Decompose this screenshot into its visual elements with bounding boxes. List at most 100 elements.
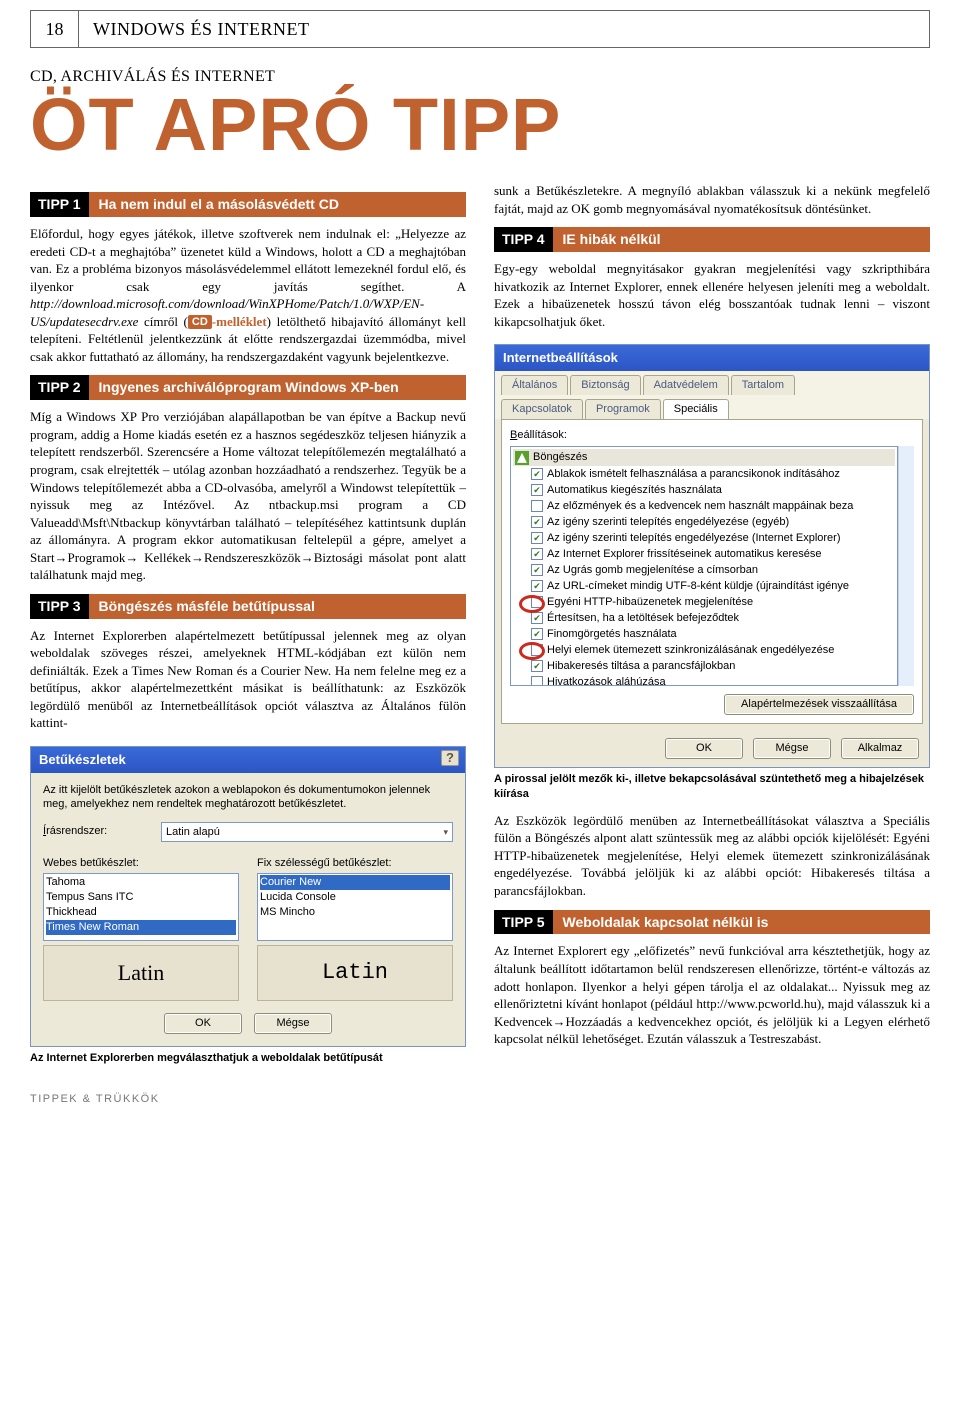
checkbox-icon[interactable] bbox=[531, 660, 543, 672]
font-dialog-intro: Az itt kijelölt betűkészletek azokon a w… bbox=[43, 783, 453, 813]
web-font-label: Webes betűkészlet: bbox=[43, 856, 239, 871]
tree-item-label: Az igény szerinti telepítés engedélyezés… bbox=[547, 514, 789, 530]
tipp-4-num: TIPP 4 bbox=[494, 227, 553, 252]
page-number: 18 bbox=[31, 11, 79, 47]
font-dialog-caption: Az Internet Explorerben megválaszthatjuk… bbox=[30, 1051, 466, 1066]
tree-item[interactable]: Az igény szerinti telepítés engedélyezés… bbox=[513, 530, 895, 546]
checkbox-icon[interactable] bbox=[531, 548, 543, 560]
fixed-font-preview: Latin bbox=[257, 945, 453, 1001]
tree-item[interactable]: Az Internet Explorer frissítéseinek auto… bbox=[513, 546, 895, 562]
inet-dialog-caption: A pirossal jelölt mezők ki-, illetve bek… bbox=[494, 772, 930, 802]
checkbox-icon[interactable] bbox=[531, 644, 543, 656]
fixed-font-list[interactable]: Courier New Lucida Console MS Mincho bbox=[257, 873, 453, 941]
tree-item[interactable]: Egyéni HTTP-hibaüzenetek megjelenítése bbox=[513, 594, 895, 610]
tipp-3-body: Az Internet Explorerben alapértelmezett … bbox=[30, 627, 466, 732]
scrollbar[interactable] bbox=[898, 446, 914, 686]
restore-defaults-button[interactable]: Alapértelmezések visszaállítása bbox=[724, 694, 914, 715]
list-item[interactable]: Thickhead bbox=[46, 905, 236, 920]
tipp-2-bar: TIPP 2 Ingyenes archiválóprogram Windows… bbox=[30, 375, 466, 400]
tipp-2-body: Míg a Windows XP Pro verziójában alapáll… bbox=[30, 408, 466, 583]
inet-tabs: Általános Biztonság Adatvédelem Tartalom… bbox=[495, 371, 929, 419]
tree-item[interactable]: Automatikus kiegészítés használata bbox=[513, 482, 895, 498]
tipp-4-body: Egy-egy weboldal megnyitásakor gyakran m… bbox=[494, 260, 930, 330]
inet-title: Internetbeállítások bbox=[495, 345, 929, 371]
tree-item-label: Hibakeresés tiltása a parancsfájlokban bbox=[547, 658, 735, 674]
checkbox-icon[interactable] bbox=[531, 516, 543, 528]
tipp-2-num: TIPP 2 bbox=[30, 375, 89, 400]
tree-item[interactable]: Ablakok ismételt felhasználása a parancs… bbox=[513, 466, 895, 482]
tree-item[interactable]: Az igény szerinti telepítés engedélyezés… bbox=[513, 514, 895, 530]
tab-security[interactable]: Biztonság bbox=[570, 375, 640, 395]
ok-button[interactable]: OK bbox=[665, 738, 743, 759]
settings-tree[interactable]: Böngészés Ablakok ismételt felhasználása… bbox=[510, 446, 898, 686]
tipp-1-bar: TIPP 1 Ha nem indul el a másolásvédett C… bbox=[30, 192, 466, 217]
tab-programs[interactable]: Programok bbox=[585, 399, 661, 419]
tree-item-label: Értesítsen, ha a letöltések befejeződtek bbox=[547, 610, 739, 626]
browsing-icon bbox=[515, 451, 529, 465]
tipp-1-num: TIPP 1 bbox=[30, 192, 89, 217]
page-footer: TIPPEK & TRÜKKÖK bbox=[30, 1092, 930, 1107]
help-icon[interactable]: ? bbox=[441, 750, 459, 766]
tab-connections[interactable]: Kapcsolatok bbox=[501, 399, 583, 419]
settings-label-rest: eállítások: bbox=[517, 429, 567, 441]
t1-part-b: címről ( bbox=[138, 314, 187, 329]
tree-item[interactable]: Hibakeresés tiltása a parancsfájlokban bbox=[513, 658, 895, 674]
font-dialog: Betűkészletek ? Az itt kijelölt betűkész… bbox=[30, 746, 466, 1047]
list-item[interactable]: Lucida Console bbox=[260, 890, 450, 905]
tree-item[interactable]: Az előzmények és a kedvencek nem használ… bbox=[513, 498, 895, 514]
tipp-1-body: Előfordul, hogy egyes játékok, illetve s… bbox=[30, 225, 466, 365]
tipp-5-bar: TIPP 5 Weboldalak kapcsolat nélkül is bbox=[494, 910, 930, 935]
tree-item-label: Hivatkozások aláhúzása bbox=[547, 674, 666, 686]
left-column: TIPP 1 Ha nem indul el a másolásvédett C… bbox=[30, 182, 466, 1066]
tab-advanced[interactable]: Speciális bbox=[663, 399, 729, 419]
tree-item[interactable]: Az URL-címeket mindig UTF-8-ként küldje … bbox=[513, 578, 895, 594]
tab-content[interactable]: Tartalom bbox=[731, 375, 795, 395]
tipp-5-num: TIPP 5 bbox=[494, 910, 553, 935]
web-font-list[interactable]: Tahoma Tempus Sans ITC Thickhead Times N… bbox=[43, 873, 239, 941]
checkbox-icon[interactable] bbox=[531, 612, 543, 624]
checkbox-icon[interactable] bbox=[531, 596, 543, 608]
section-title: WINDOWS ÉS INTERNET bbox=[79, 11, 929, 47]
tree-group-label: Böngészés bbox=[533, 450, 587, 465]
checkbox-icon[interactable] bbox=[531, 580, 543, 592]
tree-item[interactable]: Az Ugrás gomb megjelenítése a címsorban bbox=[513, 562, 895, 578]
checkbox-icon[interactable] bbox=[531, 628, 543, 640]
cd-suffix: -melléklet bbox=[212, 314, 267, 329]
tab-general[interactable]: Általános bbox=[501, 375, 568, 395]
tree-item[interactable]: Hivatkozások aláhúzása bbox=[513, 674, 895, 686]
tree-item-label: Finomgörgetés használata bbox=[547, 626, 677, 642]
tree-item-label: Ablakok ismételt felhasználása a parancs… bbox=[547, 466, 840, 482]
tree-item[interactable]: Finomgörgetés használata bbox=[513, 626, 895, 642]
tipp-4-bar: TIPP 4 IE hibák nélkül bbox=[494, 227, 930, 252]
ok-button[interactable]: OK bbox=[164, 1013, 242, 1034]
checkbox-icon[interactable] bbox=[531, 564, 543, 576]
tree-group-browsing: Böngészés bbox=[513, 449, 895, 466]
list-item[interactable]: Tempus Sans ITC bbox=[46, 890, 236, 905]
tipp-5-title: Weboldalak kapcsolat nélkül is bbox=[553, 910, 930, 935]
font-dialog-title: Betűkészletek ? bbox=[31, 747, 465, 773]
script-label: Írásrendszer: bbox=[43, 824, 143, 839]
tree-item[interactable]: Helyi elemek ütemezett szinkronizálásána… bbox=[513, 642, 895, 658]
tree-item-label: Az URL-címeket mindig UTF-8-ként küldje … bbox=[547, 578, 849, 594]
checkbox-icon[interactable] bbox=[531, 676, 543, 686]
checkbox-icon[interactable] bbox=[531, 484, 543, 496]
tree-item-label: Automatikus kiegészítés használata bbox=[547, 482, 722, 498]
list-item-selected[interactable]: Times New Roman bbox=[46, 920, 236, 935]
tab-privacy[interactable]: Adatvédelem bbox=[643, 375, 729, 395]
internet-options-dialog: Internetbeállítások Általános Biztonság … bbox=[494, 344, 930, 768]
checkbox-icon[interactable] bbox=[531, 500, 543, 512]
script-select[interactable]: Latin alapú ▾ bbox=[161, 822, 453, 842]
checkbox-icon[interactable] bbox=[531, 468, 543, 480]
list-item[interactable]: MS Mincho bbox=[260, 905, 450, 920]
cancel-button[interactable]: Mégse bbox=[254, 1013, 332, 1034]
tree-item-label: Helyi elemek ütemezett szinkronizálásána… bbox=[547, 642, 834, 658]
tipp-4-title: IE hibák nélkül bbox=[553, 227, 930, 252]
cancel-button[interactable]: Mégse bbox=[753, 738, 831, 759]
list-item-selected[interactable]: Courier New bbox=[260, 875, 450, 890]
checkbox-icon[interactable] bbox=[531, 532, 543, 544]
tree-item[interactable]: Értesítsen, ha a letöltések befejeződtek bbox=[513, 610, 895, 626]
list-item[interactable]: Tahoma bbox=[46, 875, 236, 890]
tree-item-label: Az előzmények és a kedvencek nem használ… bbox=[547, 498, 853, 514]
apply-button[interactable]: Alkalmaz bbox=[841, 738, 919, 759]
tipp-3-bar: TIPP 3 Böngészés másféle betűtípussal bbox=[30, 594, 466, 619]
